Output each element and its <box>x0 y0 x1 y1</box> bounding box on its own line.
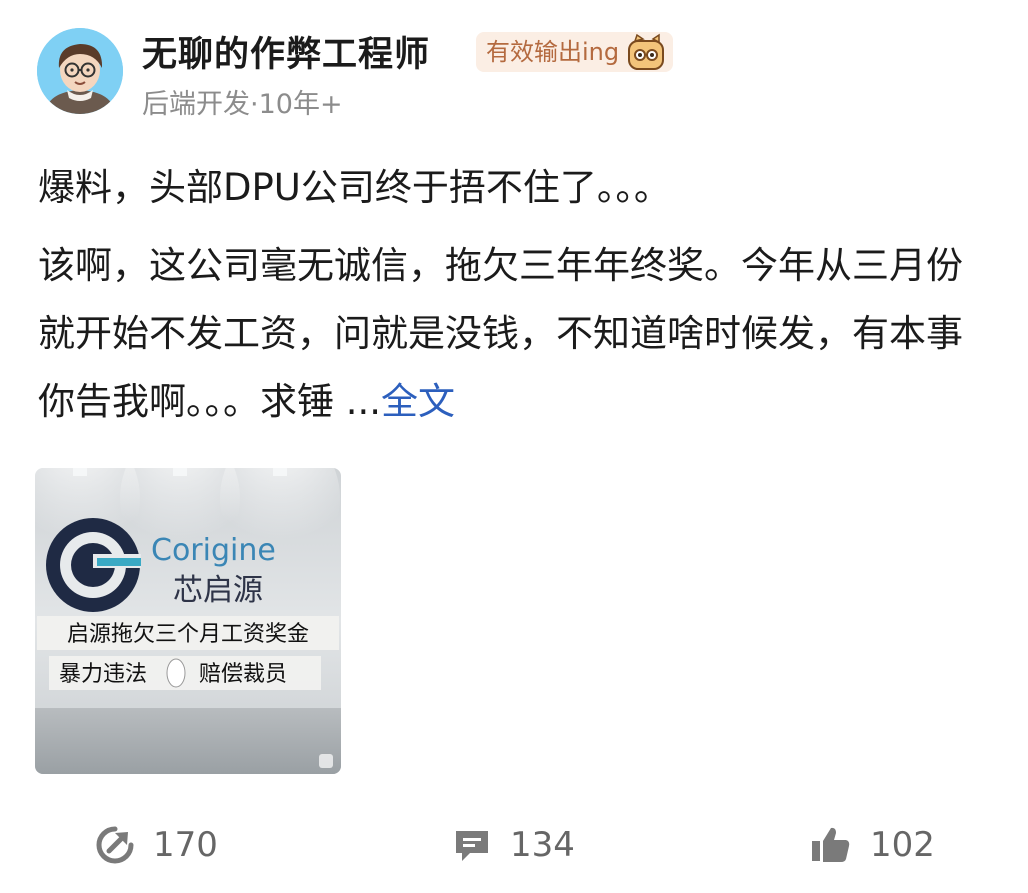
share-button[interactable]: 170 <box>95 820 218 870</box>
post-title: 爆料，头部DPU公司终于捂不住了。。。 <box>38 166 671 209</box>
comment-button[interactable]: 134 <box>452 820 575 870</box>
share-icon <box>96 826 134 864</box>
image-brand-en: Corigine <box>151 533 276 568</box>
author-meta: 后端开发·10年+ <box>142 89 343 120</box>
post-body-container[interactable]: 该啊，这公司毫无诚信，拖欠三年年终奖。今年从三月份就开始不发工资，问就是没钱，不… <box>38 232 998 436</box>
badge-mascot-icon <box>628 33 665 70</box>
post-image[interactable]: Corigine 芯启源 启源拖欠三个月工资奖金 暴力违法 赔偿裁员 <box>35 468 341 774</box>
post-card: 无聊的作弊工程师 有效输出ing 后端开发·10年+ 爆料，头部DPU公司终于捂… <box>0 0 1028 893</box>
like-count: 102 <box>870 825 935 865</box>
image-banner-line2: 暴力违法 <box>59 662 147 687</box>
like-button[interactable]: 102 <box>810 820 935 870</box>
comment-icon <box>456 831 488 861</box>
author-avatar[interactable] <box>37 28 123 114</box>
author-badge[interactable]: 有效输出ing <box>476 32 674 72</box>
comment-count: 134 <box>510 825 575 865</box>
thumbs-up-icon <box>812 827 850 862</box>
badge-label: 有效输出ing <box>486 38 620 66</box>
share-count: 170 <box>153 825 218 865</box>
image-banner-line2b: 赔偿裁员 <box>199 662 287 687</box>
author-name[interactable]: 无聊的作弊工程师 <box>142 26 430 77</box>
expand-full-text-link[interactable]: 全文 <box>381 380 455 423</box>
image-brand-cn: 芯启源 <box>173 573 263 608</box>
image-banner-line1: 启源拖欠三个月工资奖金 <box>67 622 309 647</box>
post-body: 该啊，这公司毫无诚信，拖欠三年年终奖。今年从三月份就开始不发工资，问就是没钱，不… <box>38 244 963 423</box>
